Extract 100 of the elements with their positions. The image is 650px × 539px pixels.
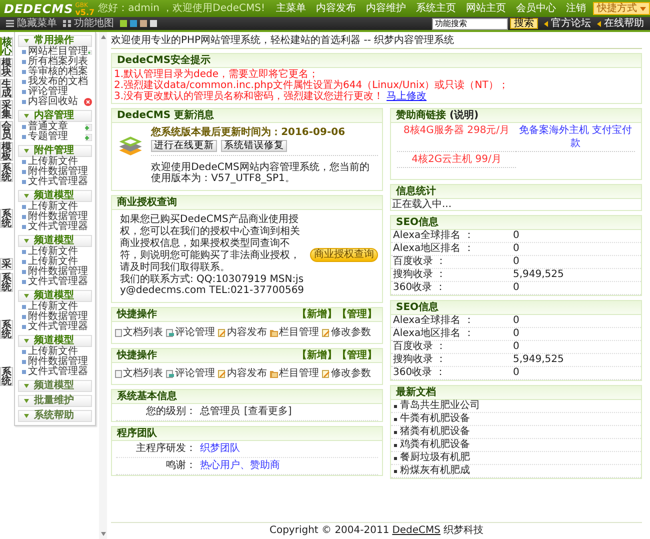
side-tab[interactable]: 会员 [0,121,13,140]
menu-item[interactable]: 普通文章 [22,122,68,132]
shortcut-dropdown[interactable]: 快捷方式 [593,2,650,15]
menu-item[interactable]: 上传新文件 [22,202,78,212]
update-button[interactable]: 进行在线更新 [151,140,218,152]
menu-item[interactable]: 文件式管理器 [22,277,88,287]
quick-action-link[interactable]: 评论管理 [166,368,215,379]
menu-item[interactable]: 上传新文件 [22,257,78,267]
sponsor-link[interactable]: 4核2G云主机 99/月 [397,152,516,168]
side-tab[interactable]: 生成 [0,79,13,98]
add-page-icon[interactable] [85,124,92,130]
menu-group-header[interactable]: 频道模型 [18,190,92,202]
scroll-down-icon[interactable] [100,532,106,536]
document-link[interactable]: 牛粪有机肥设备 [400,413,470,425]
side-tab[interactable]: 采 [0,258,13,270]
nav-link[interactable]: 注销 [561,2,591,14]
map-button[interactable]: 功能地图 [63,18,114,29]
panel-action-link[interactable]: 【管理】 [337,349,377,362]
document-link[interactable]: 青岛共生肥业公司 [400,400,480,412]
menu-item[interactable]: 附件数据管理 [22,357,88,367]
menu-group-header[interactable]: 内容管理 [18,110,92,122]
stat-value: 5,949,525 [513,269,564,281]
theme-swatches-icon[interactable] [120,20,158,27]
side-tab[interactable]: 模块 [0,58,13,77]
sponsor-link[interactable]: 免备案海外主机 支付宝付款 [516,123,635,152]
panel-action-link[interactable]: 【管理】 [337,308,377,321]
document-link[interactable]: 粉煤灰有机肥成 [400,465,470,477]
menu-item[interactable]: 专题管理 [22,132,68,142]
nav-link[interactable]: 网站主页 [461,2,511,14]
menu-group-header[interactable]: 系统帮助 [18,410,92,422]
add-page-icon[interactable] [85,134,92,140]
menu-item[interactable]: 文件式管理器 [22,322,88,332]
side-tab[interactable]: 系统 [0,320,13,339]
menu-group-header[interactable]: 频道模型 [18,380,92,392]
side-tab[interactable]: 系统 [0,273,13,292]
search-field[interactable]: 功能搜索 [432,18,508,30]
quick-action-link[interactable]: 栏目管理 [270,368,319,379]
menu-item[interactable]: 文件式管理器 [22,222,88,232]
side-tab[interactable]: 系统 [0,163,13,182]
document-link[interactable]: 猪粪有机肥设备 [400,426,470,438]
quick-action-link[interactable]: 文档列表 [115,368,163,379]
nav-link[interactable]: 内容发布 [311,2,361,14]
panel-action-link[interactable]: 【新增】 [297,308,337,321]
menu-item[interactable]: 附件数据管理 [22,167,88,177]
menu-item[interactable]: 上传新文件 [22,157,78,167]
menu-group-header[interactable]: 频道模型 [18,235,92,247]
team-link[interactable]: 热心用户、赞助商 [200,460,280,472]
hide-menu-button[interactable]: 隐藏菜单 [6,18,57,29]
add-page-icon[interactable] [88,48,92,56]
menu-item[interactable]: 网站栏目管理 [22,47,88,57]
menu-group-header[interactable]: 批量维护 [18,395,92,407]
note-link[interactable]: (说明) [449,110,479,121]
side-tab[interactable]: 核心 [0,37,13,56]
nav-link[interactable]: 会员中心 [511,2,561,14]
document-link[interactable]: 鸡粪有机肥设备 [400,439,470,451]
document-link[interactable]: 餐厨垃圾有机肥 [400,452,470,464]
quick-action-link[interactable]: 修改参数 [322,368,371,379]
fix-link[interactable]: 马上修改 [386,91,427,102]
menu-group-header[interactable]: 频道模型 [18,290,92,302]
menu-item[interactable]: 我发布的文档 [22,77,88,87]
menu-item[interactable]: 等审核的档案 [22,67,88,77]
quick-action-link[interactable]: 评论管理 [166,327,215,338]
menu-item[interactable]: 附件数据管理 [22,312,88,322]
toolbar-link[interactable]: 在线帮助 [597,18,644,29]
quick-action-link[interactable]: 修改参数 [322,327,371,338]
menu-item[interactable]: 内容回收站 [22,97,78,107]
view-more-link[interactable]: [查看更多] [244,406,292,418]
menu-item[interactable]: 上传新文件 [22,302,78,312]
scroll-up-icon[interactable] [100,35,106,39]
quick-action-link[interactable]: 栏目管理 [270,327,319,338]
brand-link[interactable]: DedeCMS [392,525,441,536]
update-button[interactable]: 系统错误修复 [221,140,288,152]
delete-icon[interactable] [84,98,92,106]
quick-action-link[interactable]: 文档列表 [115,327,163,338]
menu-item[interactable]: 所有档案列表 [22,57,88,67]
menu-item[interactable]: 附件数据管理 [22,212,88,222]
menu-item[interactable]: 上传新文件 [22,247,78,257]
license-query-button[interactable]: 商业授权查询 [310,248,378,262]
quick-action-link[interactable]: 内容发布 [218,368,267,379]
nav-link[interactable]: 系统主页 [411,2,461,14]
side-tab[interactable]: 采集 [0,100,13,119]
menu-group-header[interactable]: 常用操作 [18,35,92,47]
panel-action-link[interactable]: 【新增】 [297,349,337,362]
nav-link[interactable]: 内容维护 [361,2,411,14]
menu-item[interactable]: 评论管理 [22,87,68,97]
menu-item[interactable]: 附件数据管理 [22,267,88,277]
search-button[interactable]: 搜索 [510,18,538,29]
side-tab[interactable]: 系统 [0,367,13,386]
menu-group-header[interactable]: 频道模型 [18,335,92,347]
nav-link[interactable]: 主菜单 [271,2,311,14]
sponsor-link[interactable]: 8核4G服务器 298元/月 [397,123,516,152]
toolbar-link[interactable]: 官方论坛 [544,18,591,29]
menu-item[interactable]: 上传新文件 [22,347,78,357]
side-tab[interactable]: 模板 [0,142,13,161]
side-tab[interactable]: 系统 [0,209,13,228]
team-link[interactable]: 织梦团队 [200,443,240,455]
menu-group-header[interactable]: 附件管理 [18,145,92,157]
menu-item[interactable]: 文件式管理器 [22,177,88,187]
menu-item[interactable]: 文件式管理器 [22,367,88,377]
quick-action-link[interactable]: 内容发布 [218,327,267,338]
